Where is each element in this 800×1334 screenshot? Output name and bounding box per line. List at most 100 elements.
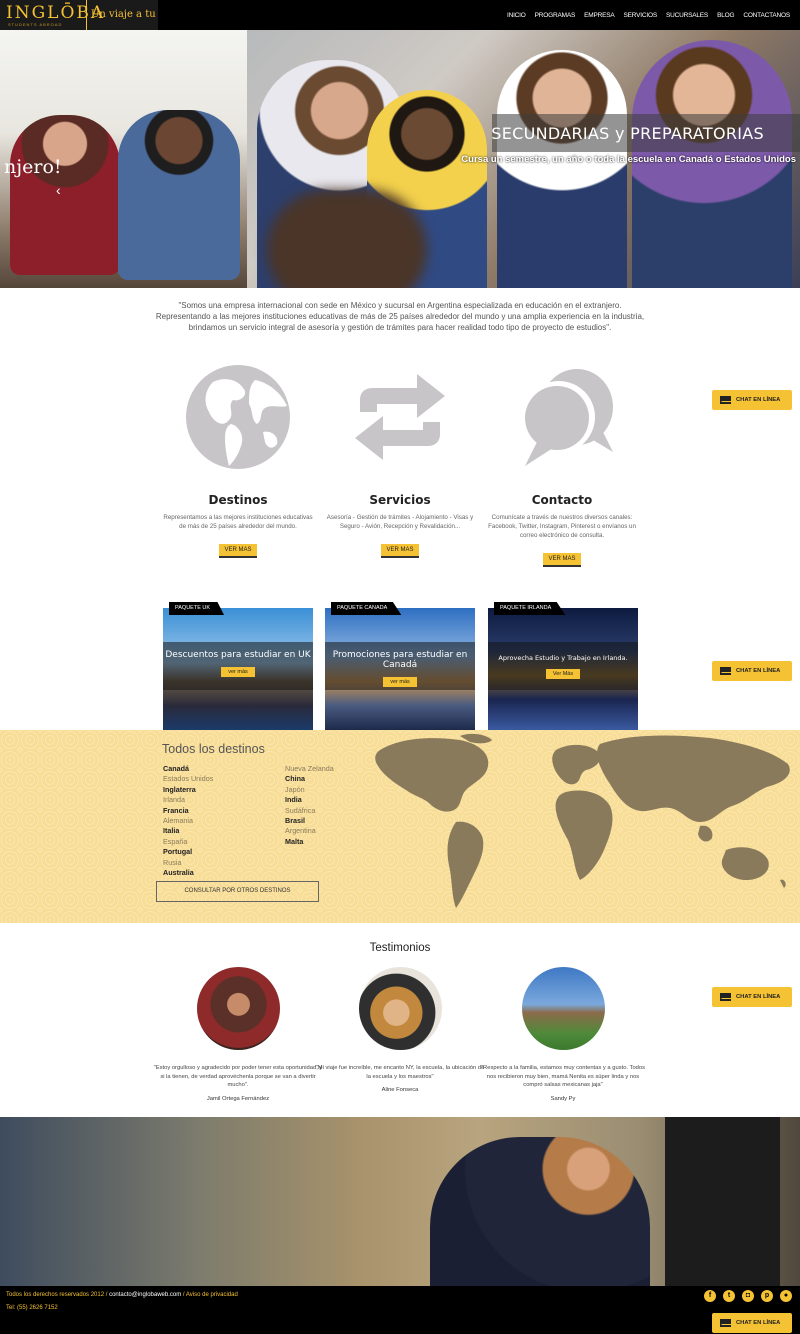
package-tag: PAQUETE IRLANDA [494,602,566,615]
avatar [358,967,442,1050]
package-band: Promociones para estudiar en Canadá ver … [325,642,475,690]
chat-online-button[interactable]: CHAT EN LÍNEA [712,1313,792,1333]
globe-icon [186,365,290,469]
service-title: Servicios [369,493,431,507]
testimonial-card: "Mi viaje fue increíble, me encanto NY, … [315,967,485,1093]
package-more-button[interactable]: Ver Más [545,669,581,679]
destination-link[interactable]: Italia [163,826,213,836]
reading-student-photo [430,1137,650,1286]
destination-link[interactable]: Rusia [163,858,213,868]
copyright-text: Todos los derechos reservados 2012 / [6,1292,108,1298]
chat-online-button[interactable]: CHAT EN LÍNEA [712,390,792,410]
student-photo [497,50,627,288]
footer: Todos los derechos reservados 2012 / con… [0,1286,800,1334]
chat-label: CHAT EN LÍNEA [736,668,781,674]
destination-link[interactable]: Australia [163,868,213,878]
pinterest-icon[interactable]: p [761,1290,773,1302]
service-contacto: Contacto Comunícate a través de nuestros… [482,362,642,567]
package-more-button[interactable]: ver más [383,677,417,687]
student-photo [10,115,120,275]
world-map-icon [375,733,790,908]
destination-link[interactable]: España [163,837,213,847]
intro-text: "Somos una empresa internacional con sed… [155,301,645,332]
nav-blog[interactable]: BLOG [717,12,734,19]
destination-link[interactable]: Japón [285,785,334,795]
destination-link[interactable]: Francia [163,806,213,816]
destination-link[interactable]: Argentina [285,826,334,836]
destinations-list-1: Canadá Estados Unidos Inglaterra Irlanda… [163,764,213,878]
chat-label: CHAT EN LÍNEA [736,397,781,403]
destination-link[interactable]: Estados Unidos [163,774,213,784]
nav-empresa[interactable]: EMPRESA [584,12,615,19]
service-description: Asesoría - Gestión de trámites - Alojami… [326,514,474,530]
destination-link[interactable]: Brasil [285,816,334,826]
footer-phone: Tel: (55) 2626 7152 [6,1305,58,1311]
exchange-icon [355,374,445,460]
hero-previous-text: njero! [4,156,62,178]
privacy-link[interactable]: / Aviso de privacidad [183,1292,238,1298]
tagline: Un viaje a tu destino. [86,0,158,50]
student-photo [267,190,427,288]
package-irlanda[interactable]: PAQUETE IRLANDA Aprovecha Estudio y Trab… [488,602,638,730]
package-band: Aprovecha Estudio y Trabajo en Irlanda. … [488,642,638,690]
package-more-button[interactable]: ver más [221,667,255,677]
destination-link[interactable]: Canadá [163,764,213,774]
destinations-section: Todos los destinos Canadá Estados Unidos… [0,730,800,923]
nav-programas[interactable]: PROGRAMAS [535,12,576,19]
testimonials-title: Testimonios [369,942,431,954]
testimonial-author: Sandy Py [550,1095,576,1102]
facebook-icon[interactable]: f [704,1290,716,1302]
chat-label: CHAT EN LÍNEA [736,994,781,1000]
social-links: f t ◘ p ● [704,1290,792,1302]
destinations-list-2: Nueva Zelanda China Japón India Sudáfric… [285,764,334,847]
package-canada[interactable]: PAQUETE CANADA Promociones para estudiar… [325,602,475,730]
hero-slider[interactable]: njero! ‹ SECUNDARIAS y PREPARATORIAS Cur… [0,30,800,288]
destination-link[interactable]: India [285,795,334,805]
nav-sucursales[interactable]: SUCURSALES [666,12,708,19]
nav-contactanos[interactable]: CONTACTANOS [743,12,790,19]
envelope-icon [720,396,731,404]
consult-destinations-button[interactable]: CONSULTAR POR OTROS DESTINOS [156,881,319,902]
main-nav: INICIO PROGRAMAS EMPRESA SERVICIOS SUCUR… [507,0,790,30]
package-band: Descuentos para estudiar en UK ver más [163,642,313,690]
nav-servicios[interactable]: SERVICIOS [624,12,658,19]
package-uk[interactable]: PAQUETE UK Descuentos para estudiar en U… [163,602,313,730]
footer-legal: Todos los derechos reservados 2012 / con… [6,1292,238,1298]
destination-link[interactable]: Irlanda [163,795,213,805]
service-title: Destinos [208,493,268,507]
destination-link[interactable]: Malta [285,837,334,847]
ver-mas-button[interactable]: VER MAS [219,544,257,558]
destination-link[interactable]: Inglaterra [163,785,213,795]
ver-mas-button[interactable]: VER MAS [381,544,419,558]
destination-link[interactable]: Nueva Zelanda [285,764,334,774]
lamp-post-photo [665,1117,780,1286]
package-tag: PAQUETE UK [169,602,225,615]
destination-link[interactable]: China [285,774,334,784]
testimonial-author: Jamil Ortega Fernández [206,1095,270,1102]
testimonial-quote: "Mi viaje fue increíble, me encanto NY, … [315,1065,485,1080]
slider-prev-arrow-icon[interactable]: ‹ [56,182,61,198]
chat-online-button[interactable]: CHAT EN LÍNEA [712,661,792,681]
destination-link[interactable]: Alemania [163,816,213,826]
testimonial-quote: "Estoy orgulloso y agradecido por poder … [153,1065,323,1088]
nav-inicio[interactable]: INICIO [507,12,526,19]
rss-icon[interactable]: ● [780,1290,792,1302]
service-title: Contacto [531,493,593,507]
package-title: Descuentos para estudiar en UK [165,650,311,660]
instagram-icon[interactable]: ◘ [742,1290,754,1302]
chat-online-button[interactable]: CHAT EN LÍNEA [712,987,792,1007]
destination-link[interactable]: Sudáfrica [285,806,334,816]
envelope-icon [720,1319,731,1327]
ver-mas-button[interactable]: VER MAS [543,553,581,567]
chat-bubbles-icon [523,369,613,466]
package-title: Promociones para estudiar en Canadá [332,650,468,670]
logo-subtitle: STUDENTS ABROAD [8,22,63,27]
contact-email-link[interactable]: contacto@inglobaweb.com [109,1292,181,1298]
twitter-icon[interactable]: t [723,1290,735,1302]
destination-link[interactable]: Portugal [163,847,213,857]
package-title: Aprovecha Estudio y Trabajo en Irlanda. [498,654,628,662]
logo[interactable]: INGLŌBA STUDENTS ABROAD Un viaje a tu de… [0,0,158,50]
envelope-icon [720,667,731,675]
envelope-icon [720,993,731,1001]
hero-slide-previous: njero! ‹ [0,30,247,288]
